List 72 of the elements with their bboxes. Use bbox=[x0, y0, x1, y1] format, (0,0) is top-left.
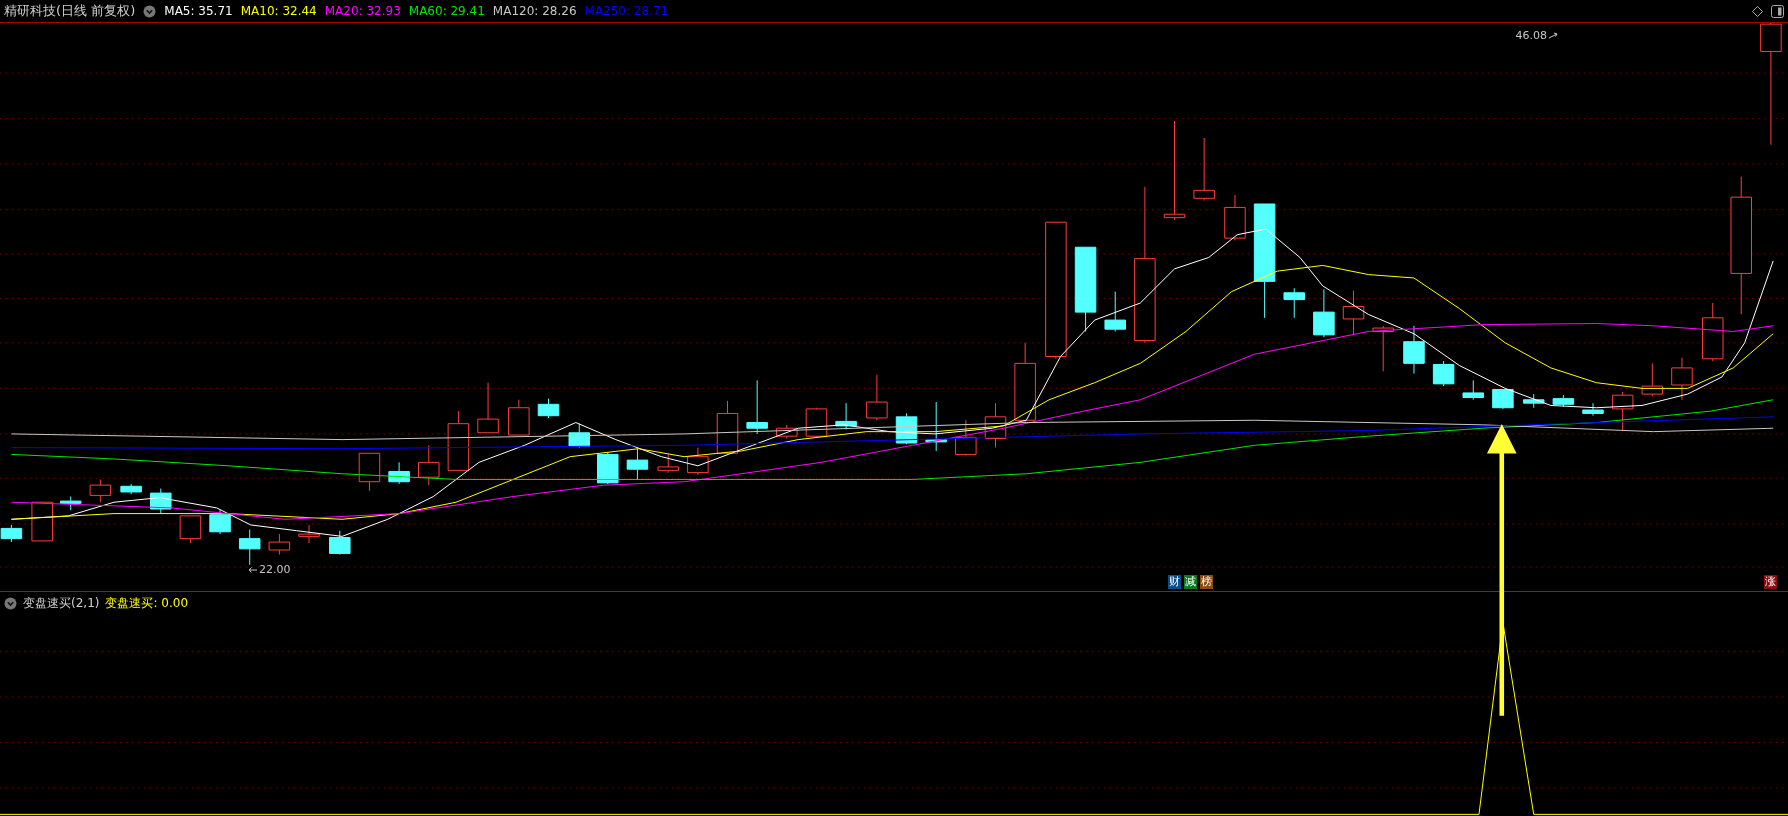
candlestick bbox=[0, 524, 23, 543]
candlestick bbox=[477, 382, 499, 434]
candlestick bbox=[1522, 393, 1545, 409]
candlestick bbox=[358, 452, 381, 492]
candlestick bbox=[388, 461, 410, 485]
candlestick bbox=[1372, 325, 1394, 372]
candlestick bbox=[657, 453, 679, 474]
candlestick bbox=[89, 478, 112, 503]
event-badge[interactable]: 涨 bbox=[1764, 575, 1777, 589]
candlestick bbox=[209, 509, 231, 535]
candlestick bbox=[687, 447, 709, 476]
candlestick bbox=[626, 448, 649, 480]
candlestick bbox=[418, 444, 440, 486]
candlestick bbox=[179, 515, 202, 544]
candlestick bbox=[1641, 362, 1664, 397]
event-badge[interactable]: 减 bbox=[1184, 575, 1197, 589]
candlestick bbox=[1552, 394, 1575, 408]
candlestick bbox=[31, 501, 53, 542]
candlestick bbox=[1671, 357, 1693, 401]
price-label: 22.00 bbox=[259, 563, 291, 576]
candlestick bbox=[866, 374, 888, 421]
moving-average-label: MA5: 35.71 bbox=[164, 4, 233, 18]
candlestick bbox=[329, 530, 351, 556]
candlestick bbox=[805, 407, 828, 438]
leader-arrow-icon bbox=[248, 565, 258, 574]
moving-average-label: MA60: 29.41 bbox=[408, 4, 485, 18]
chart-title: 精研科技(日线 前复权) bbox=[4, 2, 136, 20]
candlestick bbox=[984, 402, 1007, 449]
candlestick bbox=[925, 401, 947, 452]
price-label: 46.08 bbox=[1515, 29, 1547, 42]
candlestick bbox=[1611, 391, 1634, 431]
leader-arrow-icon bbox=[1548, 31, 1558, 40]
event-badge[interactable]: 财 bbox=[1168, 575, 1181, 589]
event-badge[interactable]: 榜 bbox=[1200, 575, 1213, 589]
candlestick bbox=[1403, 325, 1425, 375]
panel-toggle-icon[interactable] bbox=[1771, 4, 1784, 18]
indicator-value: 变盘速买: 0.00 bbox=[105, 595, 189, 612]
candlestick bbox=[1193, 137, 1215, 202]
candlestick bbox=[955, 419, 977, 457]
candlestick bbox=[1702, 302, 1724, 362]
candlestick bbox=[120, 483, 142, 495]
candlestick bbox=[1224, 194, 1246, 241]
candlestick bbox=[1492, 389, 1514, 410]
candlestick bbox=[746, 379, 768, 435]
candlestick bbox=[776, 424, 798, 439]
candlestick bbox=[59, 496, 82, 511]
candlestick bbox=[835, 402, 857, 430]
candlestick bbox=[298, 524, 320, 544]
moving-average-label: MA250: 28.71 bbox=[584, 4, 669, 18]
candlestick bbox=[568, 423, 591, 449]
candlestick bbox=[268, 533, 291, 556]
candlestick bbox=[150, 488, 172, 515]
candlestick bbox=[1432, 360, 1455, 387]
chevron-down-icon[interactable] bbox=[4, 597, 17, 610]
candlestick bbox=[238, 529, 261, 566]
candlestick bbox=[1104, 291, 1126, 332]
candlestick bbox=[716, 400, 739, 455]
moving-average-label: MA20: 32.93 bbox=[324, 4, 401, 18]
candlestick bbox=[1582, 402, 1604, 417]
moving-average-label: MA10: 32.44 bbox=[240, 4, 317, 18]
candlestick bbox=[1342, 290, 1365, 336]
candlestick bbox=[537, 398, 560, 419]
chevron-down-icon[interactable] bbox=[143, 4, 157, 18]
candlestick bbox=[447, 410, 470, 471]
candlestick bbox=[1283, 287, 1305, 319]
candlestick bbox=[597, 451, 619, 485]
diamond-icon[interactable] bbox=[1752, 5, 1763, 17]
candlestick bbox=[1313, 288, 1335, 338]
indicator-title: 变盘速买(2,1) bbox=[23, 595, 100, 612]
candlestick bbox=[508, 399, 530, 436]
candlestick bbox=[1462, 379, 1485, 401]
moving-average-label: MA120: 28.26 bbox=[492, 4, 577, 18]
